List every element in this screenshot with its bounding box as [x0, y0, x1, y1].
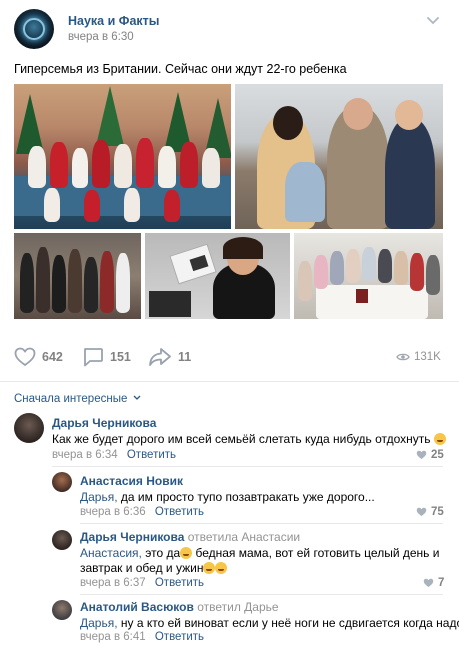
comments-sort-dropdown[interactable]: Сначала интересные: [14, 393, 141, 405]
heart-icon: [416, 450, 427, 459]
comment-text: Дарья, ну а кто ей виноват если у неё но…: [80, 616, 459, 630]
comment-author[interactable]: Анатолий Васюков ответил Дарье: [80, 600, 279, 614]
comment-time[interactable]: вчера в 6:37: [80, 577, 146, 589]
grin-emoji-icon: [203, 562, 216, 574]
photo-family-christmas[interactable]: [14, 84, 231, 229]
smile-emoji-icon: [433, 433, 446, 445]
commenter-avatar[interactable]: [52, 472, 72, 492]
comment-divider: [80, 523, 443, 524]
comment-addressee[interactable]: Анастасия,: [80, 546, 142, 560]
comment-meta: вчера в 6:36 Ответить: [80, 506, 204, 518]
comment-meta: вчера в 6:37 Ответить: [80, 577, 204, 589]
comment-author[interactable]: Дарья Черникова: [52, 416, 156, 430]
heart-icon: [14, 347, 36, 366]
reply-button[interactable]: Ответить: [155, 506, 204, 518]
laugh-emoji-icon: [180, 547, 193, 559]
comment-text-line: завтрак и обед и ужин: [80, 561, 228, 575]
group-name[interactable]: Наука и Факты: [68, 14, 159, 28]
comment-like-count: 25: [431, 449, 444, 461]
commenter-avatar[interactable]: [52, 530, 72, 550]
photo-family-table[interactable]: [294, 233, 443, 319]
comment-meta: вчера в 6:34 Ответить: [52, 449, 176, 461]
comment-text-body: это да: [145, 546, 181, 560]
comment-icon: [84, 348, 103, 367]
comment-divider: [52, 466, 443, 467]
comment-addressee[interactable]: Дарья,: [80, 616, 118, 630]
comment-like-button[interactable]: 7: [423, 577, 444, 589]
reply-button[interactable]: Ответить: [127, 449, 176, 461]
post-header: Наука и Факты вчера в 6:30: [0, 0, 459, 52]
group-avatar[interactable]: [14, 9, 54, 49]
comment-text: Как же будет дорого им всей семьёй слета…: [52, 432, 446, 446]
comment-addressee[interactable]: Дарья,: [80, 490, 118, 504]
like-count: 642: [42, 350, 63, 364]
comment-reply-to[interactable]: ответил Дарье: [197, 600, 278, 614]
sort-label: Сначала интересные: [14, 393, 128, 405]
comment-text: Анастасия, это да бедная мама, вот ей го…: [80, 546, 439, 560]
comment-text-body: да им просто тупо позавтракать уже дорог…: [120, 490, 375, 504]
like-button[interactable]: 642: [14, 345, 63, 369]
comment-text: Дарья, да им просто тупо позавтракать уж…: [80, 490, 375, 504]
commenter-avatar[interactable]: [52, 600, 72, 620]
comment-text-body: Как же будет дорого им всей семьёй слета…: [52, 432, 431, 446]
comment-text-body: ну а кто ей виноват если у неё ноги не с…: [120, 616, 459, 630]
view-counter: 131K: [396, 351, 441, 363]
comment-time[interactable]: вчера в 6:34: [52, 449, 118, 461]
share-icon: [149, 348, 171, 366]
view-count: 131K: [414, 351, 441, 363]
comment-author[interactable]: Анастасия Новик: [80, 474, 183, 488]
comment-like-count: 7: [438, 577, 445, 589]
commenter-avatar[interactable]: [14, 413, 44, 443]
comment-like-count: 75: [431, 506, 444, 518]
reply-button[interactable]: Ответить: [155, 577, 204, 589]
tired-emoji-icon: [215, 562, 228, 574]
photo-parents-children[interactable]: [235, 84, 443, 229]
comment-like-button[interactable]: 25: [416, 449, 444, 461]
comment-author-name[interactable]: Дарья Черникова: [80, 530, 184, 544]
comment-author[interactable]: Дарья Черникова ответила Анастасии: [80, 530, 300, 544]
eye-icon: [396, 353, 410, 361]
post-text: Гиперсемья из Британии. Сейчас они ждут …: [14, 62, 347, 76]
comment-divider: [80, 594, 443, 595]
comment-button[interactable]: 151: [82, 345, 131, 369]
post-actions: 642 151 11 131K: [0, 345, 459, 373]
heart-icon: [423, 578, 434, 587]
chevron-down-icon: [133, 395, 141, 400]
comment-reply-to[interactable]: ответила Анастасии: [188, 530, 300, 544]
post-time[interactable]: вчера в 6:30: [68, 31, 134, 43]
comment-text-body-2: бедная мама, вот ей готовить целый день …: [195, 546, 440, 560]
chevron-down-icon[interactable]: [426, 16, 440, 26]
photo-family-walking[interactable]: [14, 233, 141, 319]
comment-time[interactable]: вчера в 6:41: [80, 631, 146, 643]
comment-meta: вчера в 6:41 Ответить: [80, 631, 204, 643]
comment-like-button[interactable]: 75: [416, 506, 444, 518]
comment-time[interactable]: вчера в 6:36: [80, 506, 146, 518]
comment-text-body-3: завтрак и обед и ужин: [80, 561, 204, 575]
comment-count: 151: [110, 350, 131, 364]
heart-icon: [416, 507, 427, 516]
share-button[interactable]: 11: [148, 345, 191, 369]
divider: [0, 381, 459, 382]
reply-button[interactable]: Ответить: [155, 631, 204, 643]
comment-author-name[interactable]: Анатолий Васюков: [80, 600, 194, 614]
share-count: 11: [178, 350, 192, 364]
photo-woman-ultrasound[interactable]: [145, 233, 290, 319]
